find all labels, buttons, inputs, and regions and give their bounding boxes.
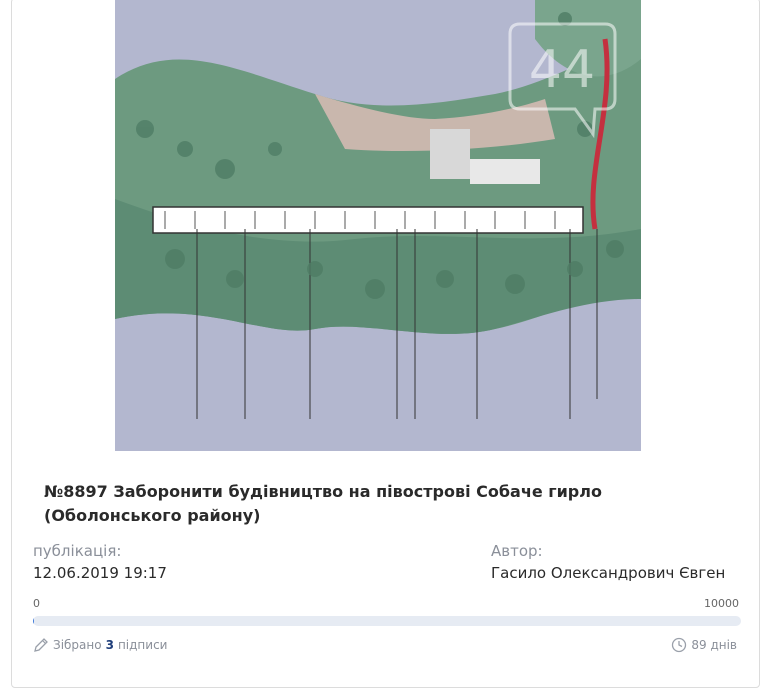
signatures-progress-bar	[33, 616, 741, 626]
published-date: 12.06.2019 19:17	[33, 564, 167, 582]
progress-max-label: 10000	[704, 597, 739, 610]
collected-count: 3	[106, 638, 114, 652]
progress-min-label: 0	[33, 597, 40, 610]
author-name: Гасило Олександрович Євген	[491, 564, 725, 582]
watermark-text: 44	[529, 40, 595, 100]
petition-title[interactable]: №8897 Заборонити будівництво на півостро…	[44, 480, 744, 528]
published-label: публікація:	[33, 542, 121, 560]
signatures-collected: Зібрано 3 підписи	[33, 637, 167, 653]
clock-icon	[671, 637, 687, 653]
collected-prefix: Зібрано	[53, 638, 102, 652]
petition-card[interactable]: 44 №8897 Заборонити будівництво на півос…	[11, 0, 760, 688]
author-label: Автор:	[491, 542, 543, 560]
days-remaining: 89 днів	[671, 637, 737, 653]
pen-icon	[33, 637, 49, 653]
collected-suffix: підписи	[118, 638, 168, 652]
days-left-text: 89 днів	[691, 638, 737, 652]
petition-image[interactable]: 44	[115, 0, 641, 451]
